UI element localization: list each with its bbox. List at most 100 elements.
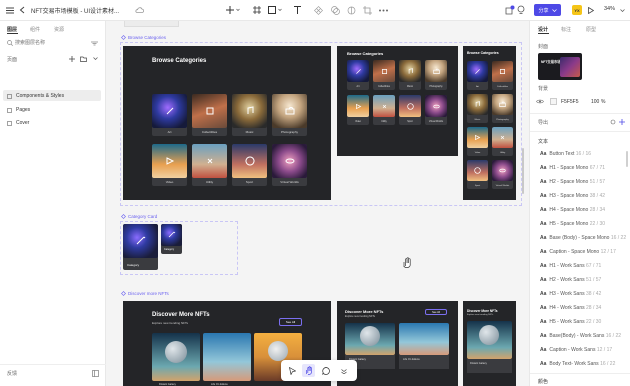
- category-card-music[interactable]: Music: [399, 60, 421, 90]
- category-card-utility[interactable]: Utility: [492, 127, 513, 156]
- text-style-item[interactable]: Aa Caption - Space Mono 12 / 17: [540, 249, 616, 255]
- text-style-item[interactable]: Aa Base(Body) - Work Sans 16 / 22: [540, 333, 621, 339]
- text-style-item[interactable]: Aa H1 - Space Mono 67 / 71: [540, 165, 605, 171]
- discover-mobile[interactable]: Discover More NFTs Explore new trending …: [463, 301, 516, 386]
- category-card-photography[interactable]: Photography: [425, 60, 447, 90]
- text-style-item[interactable]: Aa H5 - Space Mono 22 / 30: [540, 221, 605, 227]
- collapse-chevron-icon[interactable]: [92, 55, 99, 62]
- text-style-item[interactable]: Aa H2 - Work Sans 51 / 57: [540, 277, 601, 283]
- category-card-virtual-worlds[interactable]: Virtual Worlds: [492, 160, 513, 189]
- tab-assets[interactable]: 资源: [54, 26, 64, 33]
- frame-label-browse[interactable]: Browse Categories: [121, 35, 166, 40]
- category-card-video[interactable]: Video: [347, 95, 369, 125]
- browse-categories-desktop[interactable]: Browse Categories Art Collectibles Music Ph…: [123, 46, 331, 200]
- cover-thumbnail[interactable]: NFT交易市场: [538, 53, 582, 80]
- bg-color-swatch[interactable]: [550, 98, 557, 105]
- boolean-tool-icon[interactable]: [346, 5, 356, 15]
- category-card-small[interactable]: Category: [161, 224, 182, 254]
- text-style-item[interactable]: Aa H2 - Space Mono 51 / 57: [540, 179, 605, 185]
- avatar[interactable]: YX: [572, 5, 582, 15]
- category-card-collectibles[interactable]: Collectibles: [373, 60, 395, 90]
- browse-categories-tablet[interactable]: Browse Categories Art Collectibles Music Ph…: [337, 46, 458, 156]
- plugin-icon[interactable]: [503, 4, 515, 16]
- see-all-button[interactable]: See All: [425, 309, 447, 315]
- export-settings-icon[interactable]: [609, 118, 616, 125]
- category-card-utility[interactable]: Utility: [373, 95, 395, 125]
- share-button[interactable]: 分享: [534, 4, 561, 16]
- partial-frame[interactable]: [124, 21, 179, 27]
- page-item-pages[interactable]: Pages: [7, 107, 30, 113]
- play-icon[interactable]: [586, 5, 596, 15]
- category-card[interactable]: Category: [123, 224, 158, 270]
- tab-annotate[interactable]: 标注: [561, 26, 571, 33]
- panel-toggle-icon[interactable]: [91, 369, 99, 377]
- tab-prototype[interactable]: 原型: [586, 26, 596, 33]
- category-card-virtual-worlds[interactable]: Virtual Worlds: [425, 95, 447, 125]
- search-input[interactable]: [15, 39, 85, 47]
- text-style-item[interactable]: Aa H5 - Work Sans 22 / 30: [540, 319, 601, 325]
- add-export-icon[interactable]: [618, 118, 625, 125]
- text-style-item[interactable]: Aa H4 - Space Mono 28 / 34: [540, 207, 605, 213]
- category-card-video[interactable]: Video: [152, 144, 187, 186]
- frame-tool-icon[interactable]: [252, 5, 262, 15]
- category-card-sport[interactable]: Sport: [467, 160, 488, 189]
- category-card-video[interactable]: Video: [467, 127, 488, 156]
- menu-icon[interactable]: [5, 5, 15, 15]
- zoom-chevron-icon[interactable]: [620, 9, 625, 12]
- rectangle-tool-icon[interactable]: [268, 5, 282, 15]
- category-card-art[interactable]: Art: [467, 61, 488, 90]
- eye-icon[interactable]: [536, 98, 544, 105]
- category-card-photography[interactable]: Photography: [492, 94, 513, 123]
- bulb-icon[interactable]: [516, 4, 526, 16]
- tab-layers[interactable]: 图层: [7, 26, 17, 33]
- frame-label-discover[interactable]: Discover more NFTs: [121, 291, 169, 296]
- category-card-music[interactable]: Music: [232, 94, 267, 136]
- design-canvas[interactable]: Browse Categories Browse Categories Art C…: [106, 21, 529, 386]
- zoom-level[interactable]: 34%: [604, 6, 615, 12]
- tab-components[interactable]: 组件: [30, 26, 40, 33]
- add-page-icon[interactable]: [68, 55, 75, 62]
- text-style-item[interactable]: Aa Caption - Work Sans 12 / 17: [540, 347, 612, 353]
- page-item-components[interactable]: Components & Styles: [7, 93, 64, 99]
- category-card-sport[interactable]: Sport: [232, 144, 267, 186]
- category-card-art[interactable]: Art: [152, 94, 187, 136]
- hand-tool-icon[interactable]: [302, 364, 315, 377]
- browse-categories-mobile[interactable]: Browse Categories Art Collectibles Music Ph…: [463, 46, 516, 200]
- category-card-art[interactable]: Art: [347, 60, 369, 90]
- see-all-button[interactable]: See All: [279, 318, 302, 326]
- canvas-scrollbar[interactable]: [522, 148, 524, 194]
- panel-scrollbar[interactable]: [626, 151, 628, 167]
- text-style-item[interactable]: Aa Button Text 16 / 16: [540, 151, 591, 157]
- category-card-virtual-worlds[interactable]: Virtual Worlds: [272, 144, 307, 186]
- doc-title[interactable]: NFT交易市场模板 - UI设计素材...: [31, 6, 119, 15]
- category-card-music[interactable]: Music: [467, 94, 488, 123]
- text-style-item[interactable]: Aa H1 - Work Sans 67 / 71: [540, 263, 601, 269]
- text-style-item[interactable]: Aa H3 - Space Mono 38 / 42: [540, 193, 605, 199]
- comment-tool-icon[interactable]: [320, 365, 331, 376]
- back-icon[interactable]: [17, 5, 27, 15]
- text-style-item[interactable]: Aa H4 - Work Sans 28 / 34: [540, 305, 601, 311]
- mask-tool-icon[interactable]: [330, 5, 340, 15]
- text-style-item[interactable]: Aa Base (Body) - Space Mono 16 / 22: [540, 235, 626, 241]
- bg-opacity-value[interactable]: 100: [591, 99, 599, 105]
- category-card-collectibles[interactable]: Collectibles: [492, 61, 513, 90]
- add-tool-icon[interactable]: [226, 5, 240, 15]
- category-card-collectibles[interactable]: Collectibles: [192, 94, 227, 136]
- more-tools-icon[interactable]: [338, 365, 349, 376]
- category-card-sport[interactable]: Sport: [399, 95, 421, 125]
- text-tool-icon[interactable]: [292, 5, 302, 15]
- component-tool-icon[interactable]: [313, 5, 323, 15]
- text-style-item[interactable]: Aa Body Text- Work Sans 16 / 22: [540, 361, 615, 367]
- category-card-utility[interactable]: Utility: [192, 144, 227, 186]
- filter-icon[interactable]: [90, 40, 98, 46]
- folder-icon[interactable]: [80, 55, 87, 62]
- more-tools-icon[interactable]: [378, 5, 388, 15]
- category-card-photography[interactable]: Photography: [272, 94, 307, 136]
- text-style-item[interactable]: Aa H3 - Work Sans 38 / 42: [540, 291, 601, 297]
- crop-tool-icon[interactable]: [362, 5, 372, 15]
- page-item-cover[interactable]: Cover: [7, 120, 29, 126]
- frame-label-category-card[interactable]: Category Card: [121, 214, 157, 219]
- move-tool-icon[interactable]: [287, 365, 298, 376]
- tab-design[interactable]: 设计: [538, 26, 548, 33]
- bg-hex-value[interactable]: F5F5F5: [561, 99, 579, 105]
